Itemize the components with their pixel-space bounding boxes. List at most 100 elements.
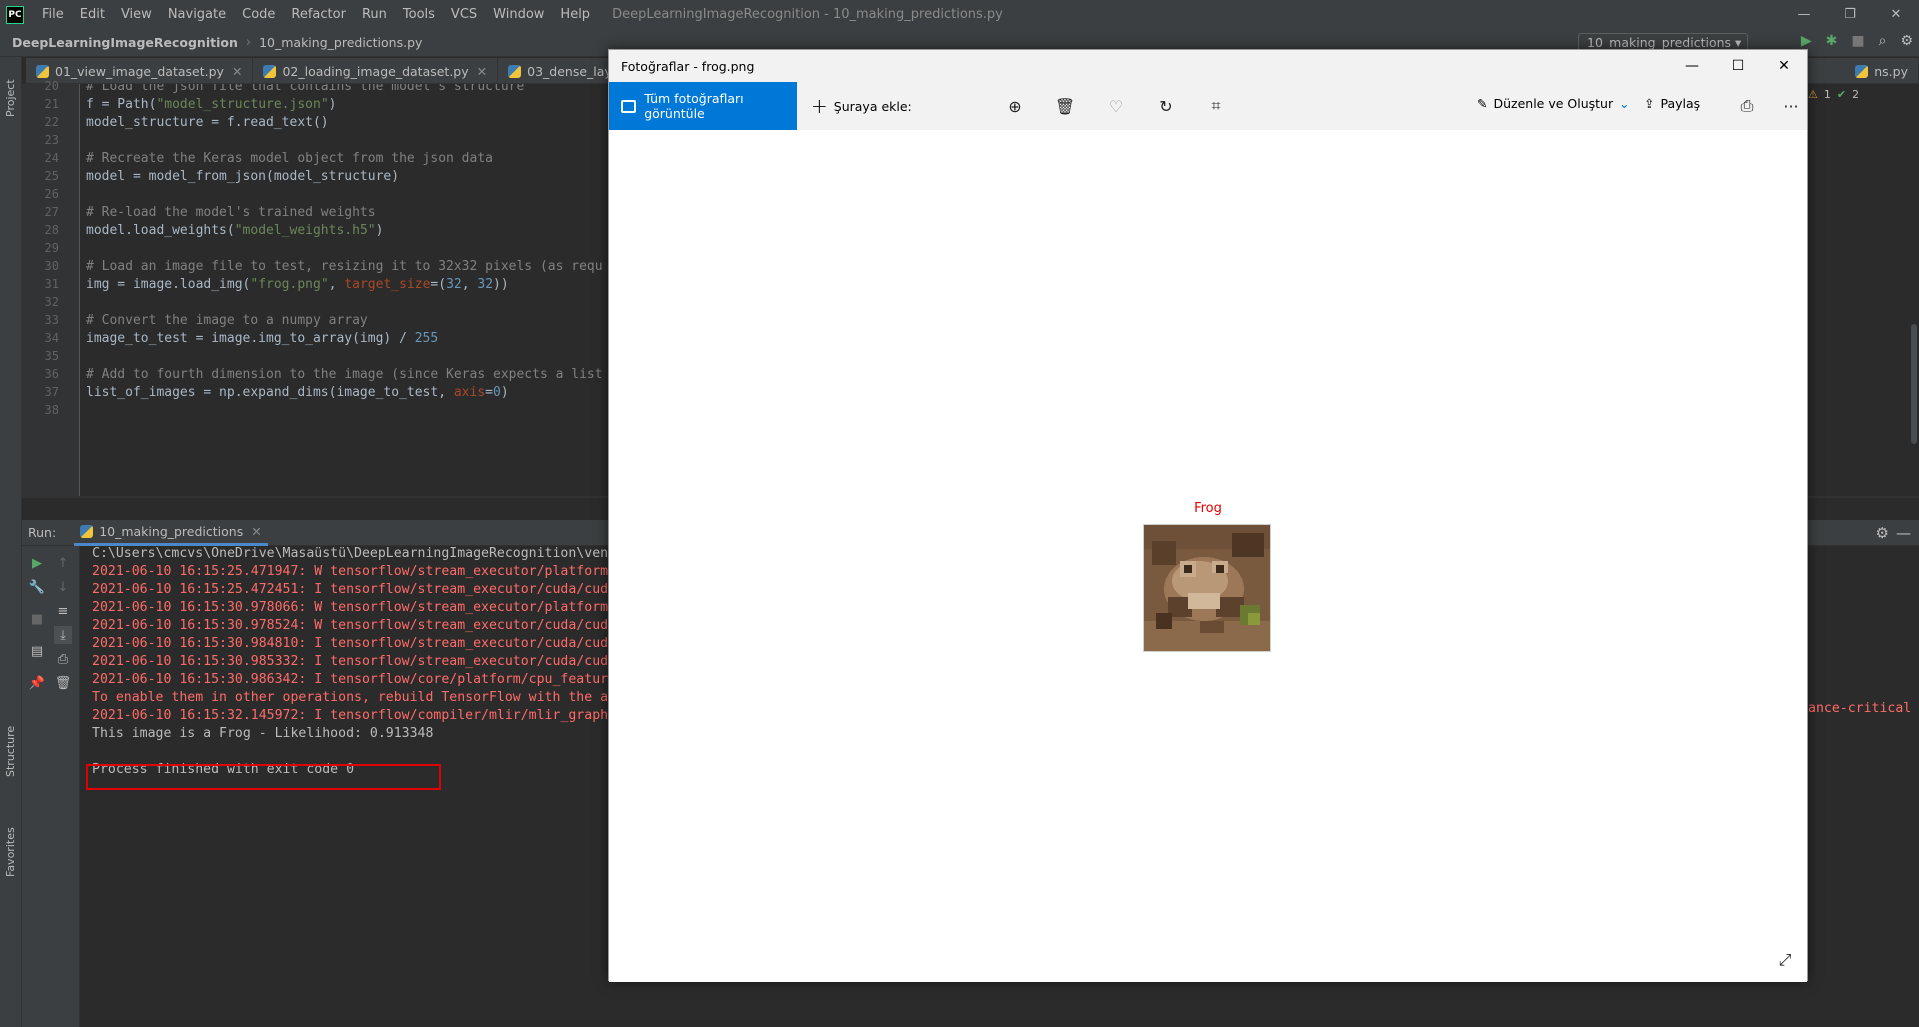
hide-panel-icon[interactable]: — xyxy=(1896,524,1911,542)
menu-item-code[interactable]: Code xyxy=(234,7,283,22)
editor-scrollbar[interactable] xyxy=(1909,84,1919,496)
editor-tab[interactable]: 01_view_image_dataset.py ✕ xyxy=(26,58,254,84)
console-line: 2021-06-10 16:15:30.985332: I tensorflow… xyxy=(92,654,609,669)
editor-tab[interactable]: ns.py xyxy=(1845,58,1919,84)
stop-run-icon[interactable]: ■ xyxy=(28,610,46,628)
code-line: model.load_weights("model_weights.h5") xyxy=(86,223,383,238)
breadcrumb-file[interactable]: 10_making_predictions.py xyxy=(259,35,422,50)
code-line: # Re-load the model's trained weights xyxy=(86,205,376,220)
console-line: 2021-06-10 16:15:25.472451: I tensorflow… xyxy=(92,582,609,597)
rotate-icon[interactable]: ↻ xyxy=(1154,94,1178,118)
project-tool-tab[interactable]: Project xyxy=(4,79,17,117)
gear-icon[interactable]: ⚙ xyxy=(1876,524,1889,542)
close-tab-icon[interactable]: ✕ xyxy=(477,64,487,79)
wrench-icon[interactable]: 🔧 xyxy=(28,578,46,596)
soft-wrap-icon[interactable]: ≡ xyxy=(54,602,72,620)
menu-item-window[interactable]: Window xyxy=(485,7,552,22)
up-arrow-icon[interactable]: ↑ xyxy=(54,554,72,572)
code-token: )) xyxy=(493,277,509,292)
layout-icon[interactable]: ▤ xyxy=(28,642,46,660)
menu-item-run[interactable]: Run xyxy=(354,7,395,22)
close-tab-icon[interactable]: ✕ xyxy=(232,64,242,79)
code-token: # Re-load the model's trained weights xyxy=(86,205,376,220)
print-icon[interactable]: ⎙ xyxy=(1735,94,1759,118)
zoom-icon[interactable]: ⊕ xyxy=(1003,94,1027,118)
menu-item-help[interactable]: Help xyxy=(552,7,598,22)
result-highlight-box xyxy=(86,764,441,790)
line-number: 25 xyxy=(44,169,59,183)
code-token: f = Path( xyxy=(86,97,157,112)
minimize-icon[interactable]: — xyxy=(1781,0,1827,29)
scroll-to-end-icon[interactable]: ⤓ xyxy=(54,626,72,644)
stop-icon[interactable]: ■ xyxy=(1851,33,1864,49)
crop-icon[interactable]: ⌗ xyxy=(1204,94,1228,118)
menu-item-vcs[interactable]: VCS xyxy=(443,7,485,22)
close-icon[interactable]: ✕ xyxy=(1873,0,1919,29)
menu-item-view[interactable]: View xyxy=(113,7,160,22)
settings-icon[interactable]: ⚙ xyxy=(1900,33,1913,49)
minimize-icon[interactable]: — xyxy=(1669,50,1715,82)
code-token: "model_structure.json" xyxy=(156,97,329,112)
console-line: 2021-06-10 16:15:32.145972: I tensorflow… xyxy=(92,708,609,723)
run-toolbar: ▶ ↑ 🔧 ↓ ≡ ■ ⤓ ▤ ⎙ 📌 🗑 xyxy=(22,546,80,1027)
console-line: 2021-06-10 16:15:30.984810: I tensorflow… xyxy=(92,636,609,651)
menu-item-refactor[interactable]: Refactor xyxy=(283,7,354,22)
pin-icon[interactable]: 📌 xyxy=(28,674,46,692)
print-icon[interactable]: ⎙ xyxy=(54,650,72,668)
menu-item-navigate[interactable]: Navigate xyxy=(160,7,234,22)
window-controls: — ❐ ✕ xyxy=(1781,0,1919,29)
editor-tab-label: 02_loading_image_dataset.py xyxy=(282,63,469,79)
favorites-tool-tab[interactable]: Favorites xyxy=(4,827,17,877)
maximize-icon[interactable]: ☐ xyxy=(1715,50,1761,82)
search-icon[interactable]: ⌕ xyxy=(1879,33,1887,49)
run-icon[interactable]: ▶ xyxy=(1801,33,1812,49)
delete-icon[interactable]: 🗑 xyxy=(1053,94,1077,118)
code-token: model.load_weights( xyxy=(86,223,235,238)
debug-icon[interactable]: ✱ xyxy=(1826,33,1838,49)
ok-icon: ✔ xyxy=(1836,88,1847,101)
breadcrumb-project[interactable]: DeepLearningImageRecognition xyxy=(0,35,238,50)
close-tab-icon[interactable]: ✕ xyxy=(251,524,261,539)
python-file-icon xyxy=(263,64,277,78)
code-token: "frog.png" xyxy=(250,277,329,292)
python-file-icon xyxy=(80,524,94,538)
view-all-photos-button[interactable]: Tüm fotoğrafları görüntüle xyxy=(609,82,797,130)
code-line: model = model_from_json(model_structure) xyxy=(86,169,399,184)
structure-tool-tab[interactable]: Structure xyxy=(4,726,17,777)
fullscreen-expand-icon[interactable]: ⤢ xyxy=(1775,950,1795,970)
code-token: 32 xyxy=(446,277,462,292)
code-token: , xyxy=(328,277,345,292)
menu-item-file[interactable]: File xyxy=(34,7,72,22)
line-number: 20 xyxy=(44,79,59,93)
down-arrow-icon[interactable]: ↓ xyxy=(54,578,72,596)
photos-title-bar: Fotoğraflar - frog.png — ☐ ✕ xyxy=(609,50,1807,82)
code-token: axis xyxy=(453,385,486,400)
rerun-icon[interactable]: ▶ xyxy=(28,554,46,572)
code-token: , xyxy=(461,277,478,292)
line-number: 32 xyxy=(44,295,59,309)
editor-tab-label: ns.py xyxy=(1874,63,1908,79)
favorite-heart-icon[interactable]: ♡ xyxy=(1104,94,1128,118)
code-token: # Add to fourth dimension to the image (… xyxy=(86,367,603,382)
add-to-label: Şuraya ekle: xyxy=(833,98,912,114)
scrollbar-thumb[interactable] xyxy=(1911,324,1917,444)
restore-icon[interactable]: ❐ xyxy=(1827,0,1873,29)
line-number: 29 xyxy=(44,241,59,255)
run-tab-label: 10_making_predictions xyxy=(99,523,244,539)
inspection-widget[interactable]: ⚠ 1 ✔ 2 xyxy=(1808,88,1859,101)
menu-item-tools[interactable]: Tools xyxy=(395,7,443,22)
code-line: # Load an image file to test, resizing i… xyxy=(86,259,603,274)
menu-item-edit[interactable]: Edit xyxy=(72,7,113,22)
add-to-button[interactable]: + Şuraya ekle: xyxy=(811,94,912,118)
python-file-icon xyxy=(1855,64,1869,78)
run-tab[interactable]: 10_making_predictions ✕ xyxy=(74,520,268,546)
editor-tab[interactable]: 02_loading_image_dataset.py ✕ xyxy=(253,58,499,84)
share-button[interactable]: ⇪ Paylaş xyxy=(1644,96,1700,111)
trash-icon[interactable]: 🗑 xyxy=(54,674,72,692)
code-editor[interactable]: # Load the json file that contains the m… xyxy=(80,84,610,496)
more-options-icon[interactable]: ··· xyxy=(1779,94,1803,118)
code-token: # Convert the image to a numpy array xyxy=(86,313,368,328)
line-number: 24 xyxy=(44,151,59,165)
close-icon[interactable]: ✕ xyxy=(1761,50,1807,82)
edit-create-button[interactable]: ✎ Düzenle ve Oluştur ⌄ xyxy=(1477,96,1630,111)
